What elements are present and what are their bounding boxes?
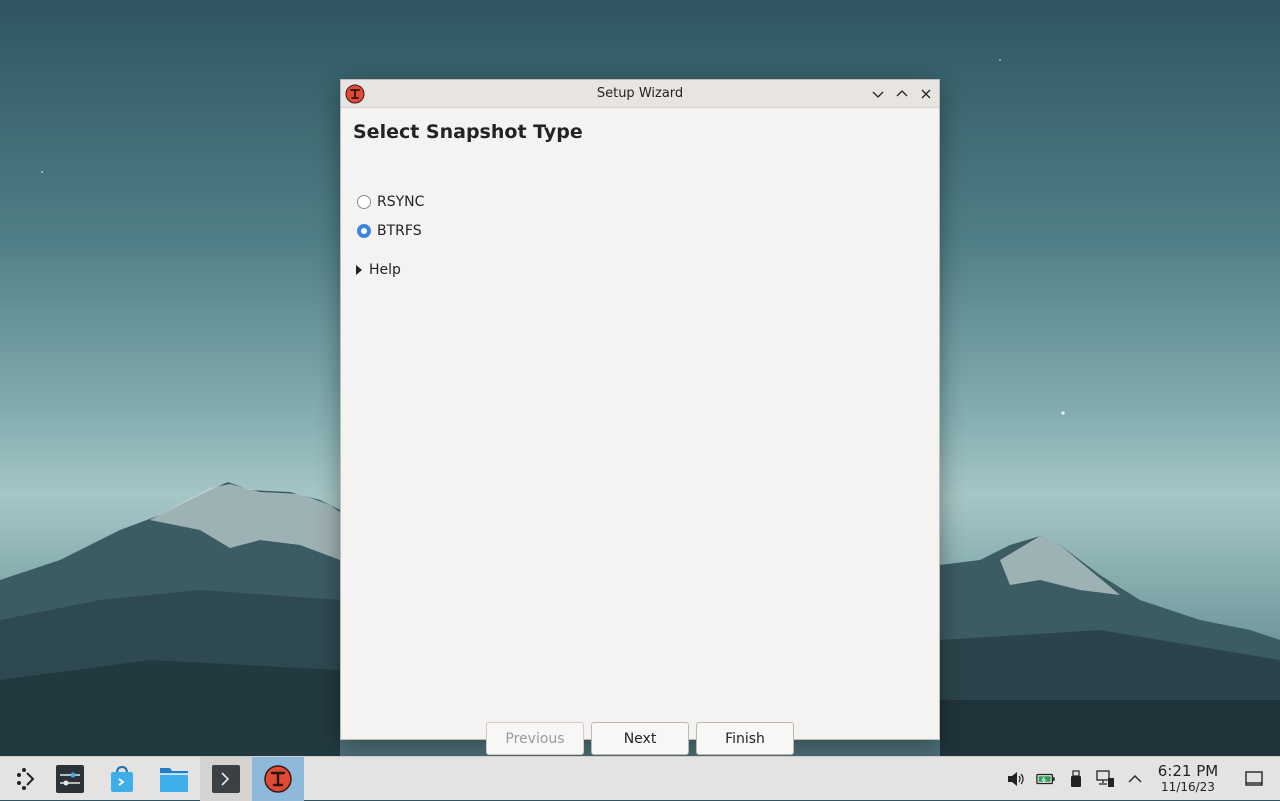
- network-tray[interactable]: [1096, 770, 1116, 788]
- file-manager-icon: [160, 768, 188, 792]
- help-expander[interactable]: Help: [356, 262, 401, 278]
- close-button[interactable]: [917, 85, 935, 103]
- chevron-up-icon: [896, 90, 908, 97]
- battery-tray[interactable]: [1036, 770, 1056, 788]
- battery-icon: [1036, 773, 1055, 785]
- wizard-content: Select Snapshot Type RSYNC BTRFS Help Pr…: [341, 108, 939, 755]
- timeshift-icon: [264, 765, 292, 793]
- show-desktop-icon: [1245, 771, 1263, 786]
- rsync-radio[interactable]: [357, 195, 371, 209]
- application-launcher-icon: [17, 768, 35, 790]
- title-bar[interactable]: Setup Wizard: [341, 80, 939, 108]
- help-label[interactable]: Help: [369, 262, 401, 278]
- window-title: Setup Wizard: [596, 86, 684, 101]
- btrfs-radio[interactable]: [357, 224, 371, 238]
- option-btrfs[interactable]: BTRFS: [357, 223, 422, 239]
- taskbar: 6:21 PM 11/16/23: [0, 756, 1280, 801]
- network-wired-icon: [1096, 770, 1114, 787]
- terminal-icon: [212, 765, 240, 793]
- discover-store-icon: [111, 765, 133, 792]
- clock[interactable]: 6:21 PM 11/16/23: [1152, 762, 1224, 795]
- finish-button[interactable]: Finish: [696, 722, 794, 755]
- clock-time: 6:21 PM: [1157, 762, 1219, 780]
- previous-button[interactable]: Previous: [486, 722, 584, 755]
- wizard-buttons: Previous Next Finish: [486, 722, 801, 755]
- rsync-label[interactable]: RSYNC: [377, 194, 424, 210]
- expander-arrow-icon: [356, 265, 362, 275]
- system-settings-icon: [56, 765, 84, 793]
- close-icon: [921, 89, 931, 99]
- page-heading: Select Snapshot Type: [353, 121, 583, 143]
- chevron-up-icon: [1128, 775, 1142, 783]
- btrfs-label[interactable]: BTRFS: [377, 223, 422, 239]
- taskbar-discover[interactable]: [96, 757, 148, 801]
- option-rsync[interactable]: RSYNC: [357, 194, 424, 210]
- usb-drive-icon: [1071, 770, 1081, 787]
- volume-tray[interactable]: [1006, 770, 1026, 788]
- setup-wizard-window: Setup Wizard Select Snapshot Type RSYNC …: [340, 79, 940, 755]
- minimize-button[interactable]: [869, 85, 887, 103]
- clock-date: 11/16/23: [1161, 780, 1215, 794]
- next-button[interactable]: Next: [591, 722, 689, 755]
- taskbar-terminal[interactable]: [200, 757, 252, 801]
- chevron-down-icon: [872, 91, 884, 98]
- show-hidden-icons[interactable]: [1125, 770, 1145, 788]
- taskbar-timeshift[interactable]: [252, 757, 304, 801]
- maximize-button[interactable]: [893, 85, 911, 103]
- volume-icon: [1008, 772, 1024, 786]
- show-desktop-button[interactable]: [1244, 770, 1264, 788]
- usb-device-tray[interactable]: [1066, 770, 1086, 788]
- taskbar-system-settings[interactable]: [44, 757, 96, 801]
- taskbar-file-manager[interactable]: [148, 757, 200, 801]
